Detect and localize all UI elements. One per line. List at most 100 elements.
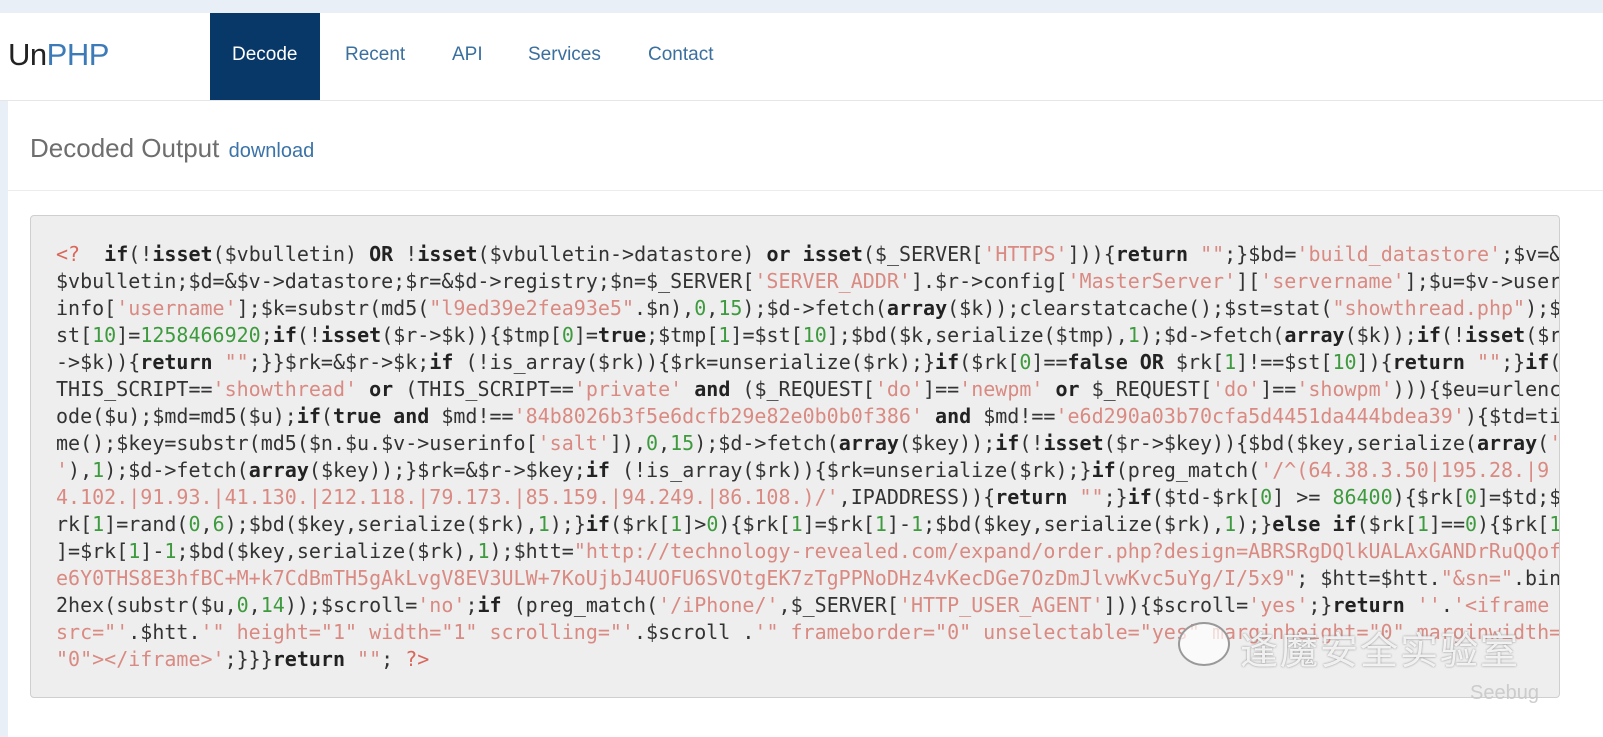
- code-text: ]==: [1260, 377, 1297, 401]
- code-line: rk[1]=rand(0,6);$bd($key,serialize($rk),…: [56, 511, 1559, 538]
- code-tag: ?>: [405, 647, 430, 671]
- code-string: "0"></iframe>': [56, 647, 225, 671]
- code-keyword: array: [248, 458, 309, 482]
- code-text: ($r: [1525, 323, 1560, 347]
- code-text: ;}$bd=: [1224, 242, 1297, 266]
- code-text: ]-: [140, 539, 165, 563]
- code-text: ($key));}$rk=&$r->$key;: [308, 458, 586, 482]
- watermark-text: 逢魔安全实验室: [1240, 631, 1521, 673]
- code-keyword: isset: [320, 323, 382, 347]
- download-link[interactable]: download: [229, 140, 315, 162]
- code-text: ,IPADDRESS)){: [838, 485, 996, 509]
- code-line: info['username'];$k=substr(md5("l9ed39e2…: [56, 295, 1559, 322]
- code-number: 1: [670, 512, 683, 536]
- code-string: 'HTTP_USER_AGENT': [898, 593, 1104, 617]
- code-keyword: or: [1055, 377, 1080, 401]
- code-text: .: [1440, 593, 1453, 617]
- code-text: ($rk[: [959, 350, 1020, 374]
- brand-php: PHP: [46, 37, 110, 72]
- code-number: 1: [1224, 350, 1237, 374]
- code-text: $md!==: [971, 404, 1056, 428]
- code-keyword: and: [694, 377, 731, 401]
- code-string: "": [1476, 350, 1502, 374]
- code-number: 0: [1019, 350, 1032, 374]
- code-text: ]=$st[: [730, 323, 803, 347]
- code-text: ]=$rk[: [802, 512, 875, 536]
- code-text: (!is_array($rk)){$rk=unserialize($rk);}: [453, 350, 936, 374]
- code-text: (THIS_SCRIPT==: [393, 377, 574, 401]
- nav-api[interactable]: API: [452, 13, 483, 100]
- code-text: THIS_SCRIPT==: [56, 377, 213, 401]
- code-string: 'MasterServer': [1067, 269, 1237, 293]
- code-keyword: if: [995, 431, 1020, 455]
- code-line: '),1);$d->fetch(array($key));}$rk=&$r->$…: [56, 457, 1559, 484]
- code-keyword: if: [429, 350, 454, 374]
- code-text: 2hex(substr($u,: [56, 593, 237, 617]
- code-text: ,: [248, 593, 261, 617]
- code-keyword: array: [1284, 323, 1345, 347]
- code-text: ;$bd($key,serialize($rk),: [176, 539, 478, 563]
- nav-decode[interactable]: Decode: [210, 13, 320, 100]
- code-text: ])){: [1067, 242, 1116, 266]
- code-string: 4.102.|91.93.|41.130.|212.118.|79.173.|8…: [56, 485, 839, 509]
- code-text: info[: [56, 296, 117, 320]
- code-text: ]=$rk[: [56, 539, 129, 563]
- code-string: "": [1079, 485, 1104, 509]
- code-line: 2hex(substr($u,0,14));$scroll='no';if (p…: [56, 592, 1559, 619]
- code-text: ;$v=&: [1501, 242, 1560, 266]
- code-string: ': [56, 458, 69, 482]
- code-text: (preg_match(: [501, 593, 659, 617]
- panel-title-text: Decoded Output: [30, 133, 220, 163]
- code-text: ]=: [573, 323, 598, 347]
- nav-recent[interactable]: Recent: [345, 13, 405, 100]
- code-keyword: return: [140, 350, 213, 374]
- code-text: ($_REQUEST[: [730, 377, 875, 401]
- code-text: ($td-$rk[: [1151, 485, 1261, 509]
- code-string: 'do': [1212, 377, 1261, 401]
- top-navbar: UnPHP Decode Recent API Services Contact: [0, 13, 1603, 101]
- code-text: ; $htt=$htt.: [1296, 566, 1441, 590]
- code-text: ){$rk[: [718, 512, 791, 536]
- nav-services[interactable]: Services: [528, 13, 601, 100]
- code-number: 1: [1416, 512, 1429, 536]
- code-text: ]!==$st[: [1236, 350, 1333, 374]
- code-string: 'no': [417, 593, 466, 617]
- code-text: ] >=: [1272, 485, 1333, 509]
- code-number: 1: [92, 512, 105, 536]
- code-text: ($k));clearstatcache();$st=stat(: [947, 296, 1333, 320]
- code-text: ($vbulletin->datastore): [477, 242, 767, 266]
- code-keyword: return: [1332, 593, 1405, 617]
- code-number: 1: [92, 458, 105, 482]
- code-keyword: return: [1115, 242, 1189, 266]
- code-text: (: [1549, 350, 1559, 374]
- code-string: ': [1549, 431, 1559, 455]
- code-number: 0: [1464, 512, 1478, 536]
- code-string: "": [357, 647, 382, 671]
- code-number: 0: [646, 431, 659, 455]
- code-text: !: [393, 242, 418, 266]
- code-text: ;: [260, 323, 273, 347]
- code-number: 1: [128, 539, 141, 563]
- code-string: "": [224, 350, 249, 374]
- code-keyword: OR: [369, 242, 394, 266]
- code-string: 'yes': [1248, 593, 1309, 617]
- code-number: 1258466920: [140, 323, 261, 347]
- code-keyword: return: [995, 485, 1068, 509]
- nav-contact[interactable]: Contact: [648, 13, 713, 100]
- code-text: ($_SERVER[: [862, 242, 984, 266]
- brand-logo[interactable]: UnPHP: [8, 37, 109, 73]
- code-keyword: if: [1091, 458, 1116, 482]
- code-string: '': [1416, 593, 1441, 617]
- code-text: ($rk[: [1356, 512, 1417, 536]
- code-number: 15: [718, 296, 743, 320]
- code-text: ;$tmp[: [646, 323, 719, 347]
- code-text: ;}: [1501, 350, 1526, 374]
- code-text: (!: [1440, 323, 1465, 347]
- code-text: ]=$td;$: [1476, 485, 1560, 509]
- code-text: ])){$scroll=: [1103, 593, 1249, 617]
- code-number: 86400: [1332, 485, 1393, 509]
